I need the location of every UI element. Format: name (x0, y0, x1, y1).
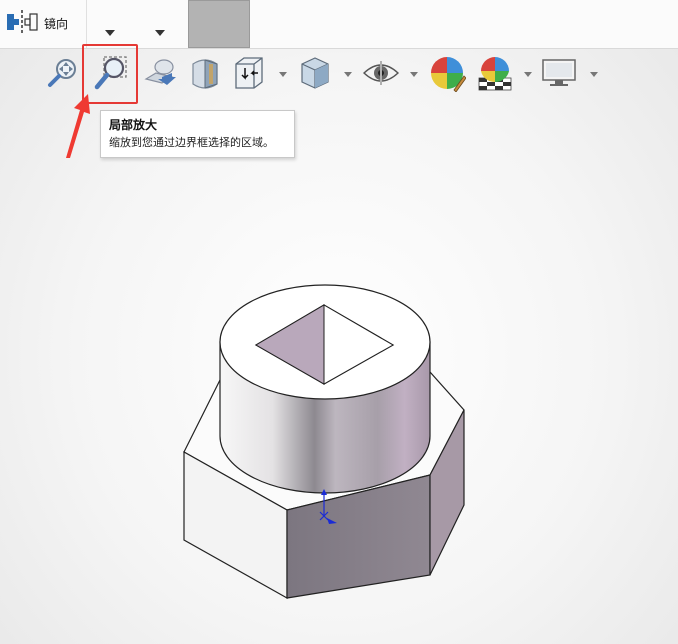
mirror-icon (4, 8, 40, 39)
hide-show-items-button[interactable] (360, 50, 402, 98)
section-view-icon (187, 54, 223, 95)
view-orientation-button[interactable] (228, 50, 270, 98)
previous-view-icon (140, 55, 178, 94)
chevron-down-icon[interactable] (524, 72, 532, 77)
chevron-down-icon[interactable] (279, 72, 287, 77)
view-orientation-icon (230, 54, 268, 95)
apply-scene-button[interactable] (474, 50, 516, 98)
chevron-down-icon[interactable] (105, 30, 115, 36)
edit-appearance-button[interactable] (426, 50, 468, 98)
zoom-to-fit-button[interactable] (42, 50, 84, 98)
annotation-arrow (66, 94, 90, 158)
mirror-button[interactable]: 镜向 (4, 8, 68, 38)
ribbon-divider (86, 0, 87, 48)
chevron-down-icon[interactable] (410, 72, 418, 77)
3d-model-part[interactable] (170, 270, 480, 610)
tooltip-title: 局部放大 (109, 118, 158, 132)
view-settings-button[interactable] (538, 50, 580, 98)
tooltip: 局部放大 缩放到您通过边界框选择的区域。 (100, 110, 295, 158)
previous-view-button[interactable] (138, 50, 180, 98)
tooltip-description: 缩放到您通过边界框选择的区域。 (109, 136, 274, 149)
hide-show-items-icon (362, 58, 400, 91)
ribbon-bar: 镜向 (0, 0, 678, 49)
apply-scene-icon (476, 54, 514, 95)
display-style-button[interactable] (294, 50, 336, 98)
chevron-down-icon[interactable] (155, 30, 165, 36)
display-style-icon (298, 55, 332, 94)
zoom-to-fit-icon (45, 55, 81, 94)
mirror-label: 镜向 (44, 16, 69, 31)
chevron-down-icon[interactable] (590, 72, 598, 77)
edit-appearance-icon (428, 54, 467, 95)
view-settings-icon (541, 58, 577, 91)
section-view-button[interactable] (184, 50, 226, 98)
chevron-down-icon[interactable] (344, 72, 352, 77)
ribbon-gray-panel (188, 0, 250, 48)
